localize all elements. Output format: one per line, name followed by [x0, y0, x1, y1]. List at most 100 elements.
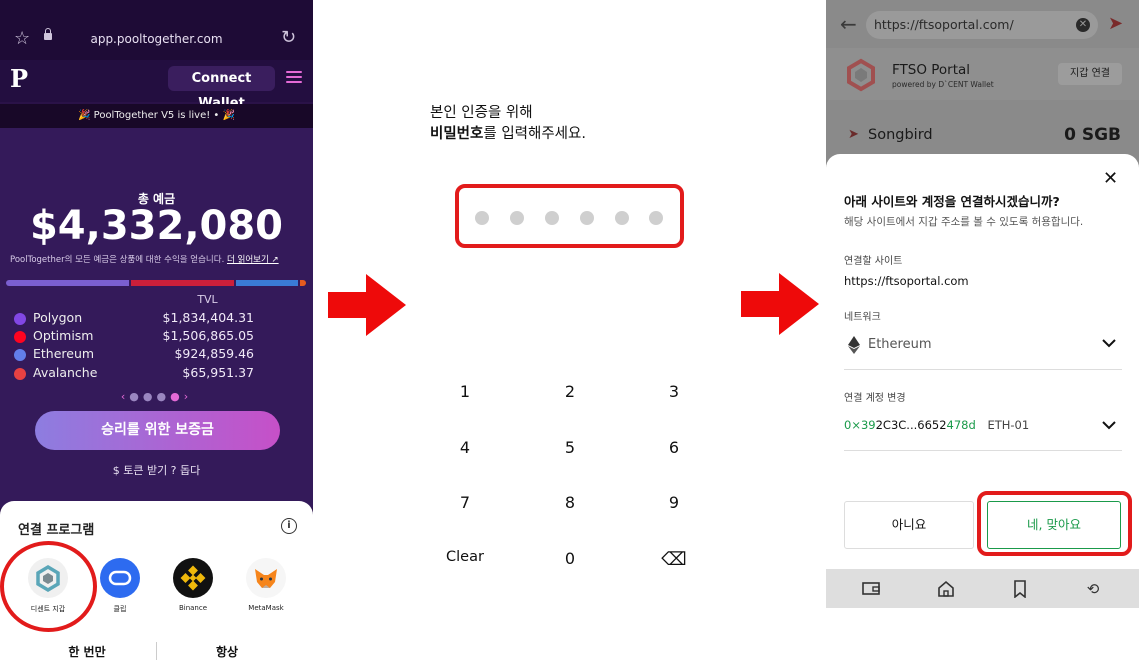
app-klip[interactable]: 클립: [91, 558, 149, 614]
key-0[interactable]: 0: [530, 549, 610, 568]
ethereum-icon: [14, 349, 26, 361]
backspace-icon[interactable]: ⌫: [634, 549, 714, 570]
chain-value: $924,859.46: [174, 346, 254, 361]
token-balance: 0 SGB: [1064, 125, 1121, 145]
deposit-description: PoolTogether의 모든 예금은 상품에 대한 수익을 얻습니다. 더 …: [10, 253, 310, 265]
key-7[interactable]: 7: [425, 493, 505, 512]
chain-row-polygon: Polygon $1,834,404.31: [14, 310, 254, 328]
deposit-to-win-button[interactable]: 승리를 위한 보증금: [35, 411, 280, 450]
metamask-icon: [246, 558, 286, 598]
chain-name: Optimism: [33, 328, 94, 343]
description-text: PoolTogether의 모든 예금은 상품에 대한 수익을 얻습니다.: [10, 255, 225, 265]
chain-name: Polygon: [33, 310, 83, 325]
key-1[interactable]: 1: [425, 382, 505, 401]
app-label: 클립: [113, 605, 127, 613]
key-2[interactable]: 2: [530, 382, 610, 401]
tvl-bar: [6, 280, 306, 286]
refresh-icon[interactable]: ⟲: [1084, 580, 1102, 598]
close-icon[interactable]: ✕: [1103, 168, 1118, 189]
pooltogether-screen: ☆ app.pooltogether.com ↻ P Connect Walle…: [0, 0, 313, 671]
dapp-name: FTSO Portal: [892, 62, 971, 78]
pin-dot: [580, 211, 594, 225]
key-5[interactable]: 5: [530, 438, 610, 457]
key-3[interactable]: 3: [634, 382, 714, 401]
network-value: Ethereum: [868, 337, 932, 352]
polygon-icon: [14, 313, 26, 325]
chevron-right-icon[interactable]: ›: [184, 390, 192, 403]
ethereum-icon: [848, 336, 860, 354]
pin-dot: [545, 211, 559, 225]
chain-name: Ethereum: [33, 346, 95, 361]
auth-instruction-line1: 본인 인증을 위해: [430, 105, 533, 121]
chain-value: $65,951.37: [182, 365, 254, 380]
key-4[interactable]: 4: [425, 438, 505, 457]
carousel-pager[interactable]: ‹●●●●›: [0, 390, 313, 403]
pin-dot: [475, 211, 489, 225]
modal-subtitle: 해당 사이트에서 지갑 주소를 볼 수 있도록 허용합니다.: [844, 216, 1084, 228]
arrow-right-icon: [328, 274, 406, 336]
site-label: 연결할 사이트: [844, 256, 903, 267]
app-label: Binance: [178, 604, 208, 612]
hamburger-menu-icon[interactable]: [286, 71, 302, 84]
account-label: 연결 계정 변경: [844, 393, 906, 404]
chain-row-avalanche: Avalanche $65,951.37: [14, 365, 254, 383]
ftso-portal-logo-icon: [847, 58, 875, 92]
info-icon[interactable]: i: [281, 518, 297, 534]
footer-links[interactable]: $ 토큰 받기 ? 돕다: [0, 462, 313, 478]
arrow-right-icon: [741, 273, 819, 335]
key-6[interactable]: 6: [634, 438, 714, 457]
bookmark-icon[interactable]: [1011, 580, 1029, 599]
just-once-button[interactable]: 한 번만: [40, 643, 134, 660]
url-text[interactable]: app.pooltogether.com: [0, 32, 313, 46]
address-middle: 2C3C...6652: [875, 418, 947, 432]
password-word: 비밀번호: [430, 126, 484, 142]
tvl-bar-polygon: [6, 280, 130, 286]
back-arrow-icon[interactable]: ←: [840, 12, 857, 36]
key-9[interactable]: 9: [634, 493, 714, 512]
modal-title: 아래 사이트와 계정을 연결하시겠습니까?: [844, 194, 1060, 209]
wallet-icon[interactable]: [862, 580, 880, 598]
sheet-divider: [156, 642, 157, 660]
key-clear[interactable]: Clear: [425, 549, 505, 565]
reload-icon[interactable]: ↻: [281, 27, 296, 48]
home-icon[interactable]: [937, 580, 955, 598]
chain-name: Avalanche: [33, 365, 98, 380]
pager-active-dot: ●: [170, 390, 184, 403]
dcent-browser-screen: ← https://ftsoportal.com/ ✕ ➤ FTSO Porta…: [826, 0, 1139, 608]
account-name: ETH-01: [987, 418, 1030, 432]
pooltogether-logo[interactable]: P: [10, 64, 28, 93]
auth-instruction-line2: 비밀번호를 입력해주세요.: [430, 122, 586, 143]
read-more-link[interactable]: 더 읽어보기 ↗: [227, 255, 279, 265]
songbird-token-icon: ➤: [848, 127, 859, 142]
app-label: MetaMask: [248, 604, 284, 612]
account-value: 0×392C3C...6652478d ETH-01: [844, 418, 1029, 432]
no-button[interactable]: 아니요: [844, 501, 974, 549]
highlight-box: [977, 491, 1132, 556]
key-8[interactable]: 8: [530, 493, 610, 512]
app-binance[interactable]: Binance: [164, 558, 222, 612]
network-label: 네트워크: [844, 312, 881, 323]
pin-dot: [615, 211, 629, 225]
address-suffix: 478d: [946, 418, 976, 432]
token-name: Songbird: [868, 127, 933, 143]
chain-value: $1,506,865.05: [162, 328, 254, 343]
clear-icon[interactable]: ✕: [1076, 18, 1090, 32]
chain-row-optimism: Optimism $1,506,865.05: [14, 328, 254, 346]
tvl-bar-ethereum: [236, 280, 299, 286]
url-text[interactable]: https://ftsoportal.com/: [874, 17, 1014, 32]
powered-by: powered by D`CENT Wallet: [892, 80, 994, 89]
wallet-connect-button[interactable]: 지갑 연결: [1058, 63, 1122, 85]
chain-value: $1,834,404.31: [162, 310, 254, 325]
v5-banner[interactable]: 🎉 PoolTogether V5 is live! • 🎉: [0, 104, 313, 128]
tvl-bar-optimism: [131, 280, 235, 286]
chevron-down-icon[interactable]: [1102, 419, 1116, 433]
songbird-icon[interactable]: ➤: [1108, 13, 1123, 34]
klip-icon: [100, 558, 140, 598]
app-metamask[interactable]: MetaMask: [237, 558, 295, 612]
binance-icon: [173, 558, 213, 598]
chevron-down-icon[interactable]: [1102, 337, 1116, 351]
connect-wallet-button[interactable]: Connect Wallet: [168, 66, 275, 111]
always-button[interactable]: 항상: [180, 643, 274, 660]
optimism-icon: [14, 331, 26, 343]
avalanche-icon: [14, 368, 26, 380]
